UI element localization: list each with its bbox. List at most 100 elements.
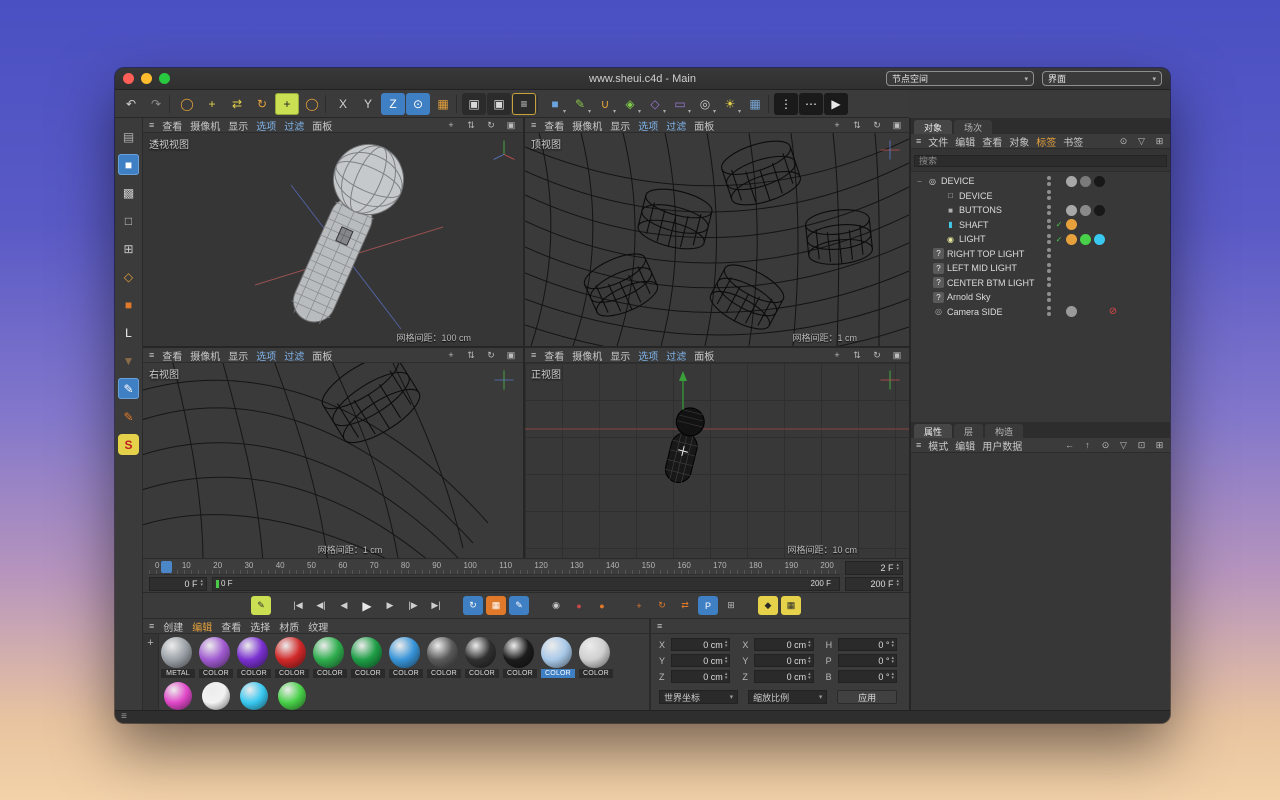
tag-chip[interactable] [1094, 234, 1105, 245]
material-color-11[interactable]: COLOR [579, 637, 613, 678]
layout-dropdown[interactable]: 界面 [1042, 71, 1162, 86]
material-color-2[interactable]: COLOR [237, 637, 271, 678]
menu-panel[interactable]: 面板 [694, 118, 714, 133]
separator[interactable] [169, 95, 174, 113]
size-x-field[interactable]: 0 cm [754, 638, 813, 651]
tag-chip[interactable] [1066, 306, 1077, 317]
viewport-canvas-top[interactable]: 顶视图 [525, 133, 909, 346]
menu-objects[interactable]: 对象 [1009, 134, 1029, 149]
menu-bookmarks[interactable]: 书签 [1063, 134, 1083, 149]
back-icon[interactable]: ← [1064, 440, 1075, 450]
attr-menu-icon[interactable] [916, 441, 921, 450]
spinner-icon[interactable] [896, 564, 899, 571]
uv-mode-icon[interactable]: ▼ [118, 350, 139, 371]
menu-options[interactable]: 选项 [638, 348, 658, 363]
spinner-icon[interactable] [725, 673, 728, 680]
viewport-menu-icon[interactable] [531, 351, 536, 360]
playback-mode-icon[interactable]: ↻ [463, 596, 483, 615]
menu-create[interactable]: 创建 [163, 619, 183, 634]
expander-icon[interactable]: − [915, 177, 924, 186]
last-tool-icon[interactable]: ◯ [300, 93, 324, 115]
om-menu-icon[interactable] [916, 137, 921, 146]
viewport-canvas-perspective[interactable]: 透视视图 [143, 133, 523, 346]
material-color-1[interactable]: COLOR [199, 637, 233, 678]
menu-display[interactable]: 显示 [228, 348, 248, 363]
prev-frame-icon[interactable]: ◀ [334, 596, 354, 615]
menu-tags[interactable]: 标签 [1036, 134, 1056, 149]
material-color-3[interactable]: COLOR [275, 637, 309, 678]
rotate-view-icon[interactable]: ↻ [871, 350, 883, 361]
tag-chip[interactable] [1066, 176, 1077, 187]
separator[interactable] [768, 95, 773, 113]
spinner-icon[interactable] [891, 673, 894, 680]
texture-mode-icon[interactable]: ▩ [118, 182, 139, 203]
material-color-4[interactable]: COLOR [313, 637, 347, 678]
next-key-icon[interactable]: |▶ [403, 596, 423, 615]
record-scale-icon[interactable]: ● [592, 596, 612, 615]
enabled-check-icon[interactable]: ✓ [1055, 220, 1063, 229]
dolly-view-icon[interactable]: ⇅ [465, 350, 477, 361]
material-color-5[interactable]: COLOR [351, 637, 385, 678]
object-row-device-group[interactable]: − ◎ DEVICE [911, 174, 1170, 189]
tab-attributes[interactable]: 属性 [914, 424, 952, 438]
visibility-dots-icon[interactable] [1047, 263, 1052, 274]
menu-display[interactable]: 显示 [610, 118, 630, 133]
menu-camera[interactable]: 摄像机 [572, 348, 602, 363]
menu-view[interactable]: 查看 [162, 118, 182, 133]
axis-mode-icon[interactable]: L [118, 322, 139, 343]
tag-chip[interactable] [1080, 292, 1091, 303]
viewport-canvas-right[interactable]: 右视图 [143, 363, 523, 558]
viewport-menu-icon[interactable] [531, 121, 536, 130]
lock-x-axis-icon[interactable]: X [331, 93, 355, 115]
tag-chip[interactable] [1066, 248, 1077, 259]
record-position-icon[interactable]: ● [569, 596, 589, 615]
sound-icon[interactable]: ▦ [486, 596, 506, 615]
material-color-15[interactable] [275, 682, 309, 710]
add-pen-spline-icon[interactable]: ✎ [568, 93, 592, 115]
search-icon[interactable]: ⊙ [1100, 440, 1111, 451]
tag-chip[interactable] [1094, 205, 1105, 216]
size-z-field[interactable]: 0 cm [754, 670, 813, 683]
tag-chip[interactable] [1080, 263, 1091, 274]
rotate-view-icon[interactable]: ↻ [485, 350, 497, 361]
tag-chip[interactable] [1080, 277, 1091, 288]
filter-icon[interactable]: ▽ [1118, 440, 1129, 451]
scale-tool-icon[interactable]: ⇄ [225, 93, 249, 115]
menu-options[interactable]: 选项 [256, 348, 276, 363]
menu-filter[interactable]: 过滤 [284, 348, 304, 363]
menu-display[interactable]: 显示 [610, 348, 630, 363]
material-color-7[interactable]: COLOR [427, 637, 461, 678]
rotation-b-field[interactable]: 0 ° [838, 670, 897, 683]
viewport-canvas-front[interactable]: 正视图 [525, 363, 909, 558]
up-icon[interactable]: ↑ [1082, 440, 1093, 450]
model-mode-icon[interactable]: □ [118, 210, 139, 231]
material-color-12[interactable] [161, 682, 195, 710]
current-frame-marker[interactable] [216, 580, 219, 588]
goto-start-icon[interactable]: |◀ [288, 596, 308, 615]
rotate-view-icon[interactable]: ↻ [485, 120, 497, 131]
position-y-field[interactable]: 0 cm [671, 654, 730, 667]
menu-material[interactable]: 材质 [279, 619, 299, 634]
visibility-dots-icon[interactable] [1047, 248, 1052, 259]
minimize-button[interactable] [141, 73, 152, 84]
menu-view[interactable]: 查看 [221, 619, 241, 634]
sculpt-icon[interactable]: ✎ [118, 406, 139, 427]
object-row-center-btm-light[interactable]: ? CENTER BTM LIGHT [911, 276, 1170, 291]
point-mode-icon[interactable]: ⊞ [118, 238, 139, 259]
tag-chip[interactable] [1094, 219, 1105, 230]
quantize-icon[interactable]: ▦ [781, 596, 801, 615]
material-color-6[interactable]: COLOR [389, 637, 423, 678]
scale-mode-dropdown[interactable]: 缩放比例 [748, 690, 827, 704]
filter-icon[interactable]: ▽ [1136, 136, 1147, 147]
material-menu-icon[interactable] [149, 622, 154, 631]
key-rotation-icon[interactable]: ↻ [652, 596, 672, 615]
object-row-left-mid-light[interactable]: ? LEFT MID LIGHT [911, 261, 1170, 276]
current-frame-field[interactable]: 2 F [845, 561, 903, 575]
dolly-view-icon[interactable]: ⇅ [851, 350, 863, 361]
separator[interactable] [537, 95, 542, 113]
timeline-ruler[interactable]: 0102030405060708090100110120130140150160… [149, 560, 840, 575]
tag-chip[interactable] [1066, 205, 1077, 216]
tag-chip[interactable] [1094, 248, 1105, 259]
key-scale-icon[interactable]: ⇄ [675, 596, 695, 615]
active-move-tool-icon[interactable]: + [275, 93, 299, 115]
